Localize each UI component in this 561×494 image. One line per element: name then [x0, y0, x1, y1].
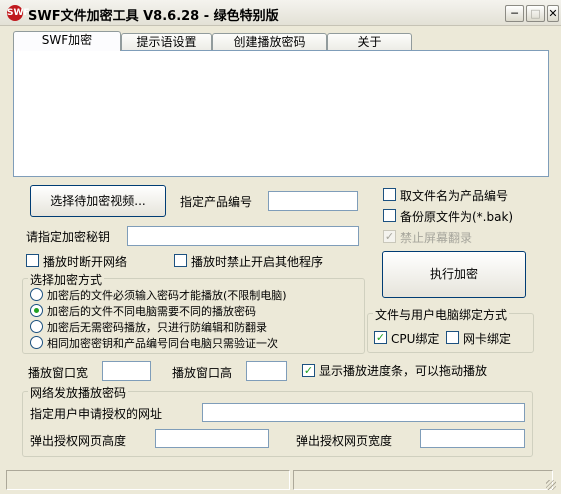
cpu-bind-checkbox[interactable]: ✓: [374, 331, 387, 344]
show-progress-label: 显示播放进度条，可以拖动播放: [319, 364, 488, 378]
status-cell-2: [293, 470, 553, 490]
filename-as-id-checkbox[interactable]: [383, 188, 396, 201]
disconnect-network-label: 播放时断开网络: [43, 255, 128, 269]
show-progress-checkbox[interactable]: ✓: [302, 364, 315, 377]
minimize-button[interactable]: ─: [505, 5, 524, 22]
window-width-input[interactable]: [102, 361, 151, 381]
secret-key-input[interactable]: [127, 226, 359, 246]
auth-url-input[interactable]: [202, 403, 525, 422]
mode-option-2: 加密后的文件不同电脑需要不同的播放密码: [47, 305, 256, 318]
resize-grip-icon[interactable]: [546, 480, 556, 490]
popup-height-label: 弹出授权网页高度: [30, 434, 127, 448]
window-height-input[interactable]: [246, 361, 287, 381]
backup-label: 备份原文件为(*.bak): [400, 210, 514, 224]
mode-option-3: 加密后无需密码播放，只进行防编辑和防翻录: [47, 321, 267, 334]
close-button[interactable]: ✕: [547, 5, 559, 22]
cpu-bind-label: CPU绑定: [391, 332, 440, 346]
tab-about[interactable]: 关于: [327, 33, 412, 51]
tab-swf-encrypt[interactable]: SWF加密: [13, 31, 121, 51]
secret-key-label: 请指定加密秘钥: [26, 230, 111, 244]
popup-height-input[interactable]: [155, 429, 269, 448]
no-screen-record-checkbox: ✓: [383, 230, 396, 243]
log-panel[interactable]: [13, 50, 549, 177]
nic-bind-label: 网卡绑定: [463, 332, 512, 346]
select-video-button[interactable]: 选择待加密视频...: [30, 185, 166, 217]
status-cell-1: [6, 470, 290, 490]
bind-method-legend: 文件与用户电脑绑定方式: [373, 306, 510, 323]
mode-radio-1[interactable]: [30, 288, 43, 301]
block-programs-label: 播放时禁止开启其他程序: [191, 255, 324, 269]
product-id-label: 指定产品编号: [180, 195, 253, 209]
auth-url-label: 指定用户申请授权的网址: [30, 407, 163, 421]
nic-bind-checkbox[interactable]: [446, 331, 459, 344]
window-width-label: 播放窗口宽: [28, 366, 89, 380]
popup-width-label: 弹出授权网页宽度: [296, 434, 393, 448]
window-title: SWF文件加密工具 V8.6.28 - 绿色特别版: [28, 9, 279, 24]
popup-width-input[interactable]: [420, 429, 525, 448]
mode-radio-4[interactable]: [30, 336, 43, 349]
mode-option-1: 加密后的文件必须输入密码才能播放(不限制电脑): [47, 289, 287, 302]
mode-option-4: 相同加密密钥和产品编号同台电脑只需验证一次: [47, 337, 278, 350]
maximize-button: □: [526, 5, 545, 22]
mode-radio-2[interactable]: [30, 304, 43, 317]
product-id-input[interactable]: [268, 191, 358, 211]
no-screen-record-label: 禁止屏幕翻录: [400, 231, 473, 245]
window-height-label: 播放窗口高: [172, 366, 233, 380]
block-programs-checkbox[interactable]: [174, 254, 187, 267]
backup-checkbox[interactable]: [383, 209, 396, 222]
network-password-legend: 网络发放播放密码: [28, 384, 129, 401]
disconnect-network-checkbox[interactable]: [26, 254, 39, 267]
tab-create-password[interactable]: 创建播放密码: [212, 33, 327, 51]
app-icon: SWF: [7, 5, 30, 21]
filename-as-id-label: 取文件名为产品编号: [400, 189, 509, 203]
execute-encrypt-button[interactable]: 执行加密: [382, 251, 526, 298]
encrypt-mode-legend: 选择加密方式: [28, 271, 105, 288]
mode-radio-3[interactable]: [30, 320, 43, 333]
tab-prompt-settings[interactable]: 提示语设置: [121, 33, 212, 51]
